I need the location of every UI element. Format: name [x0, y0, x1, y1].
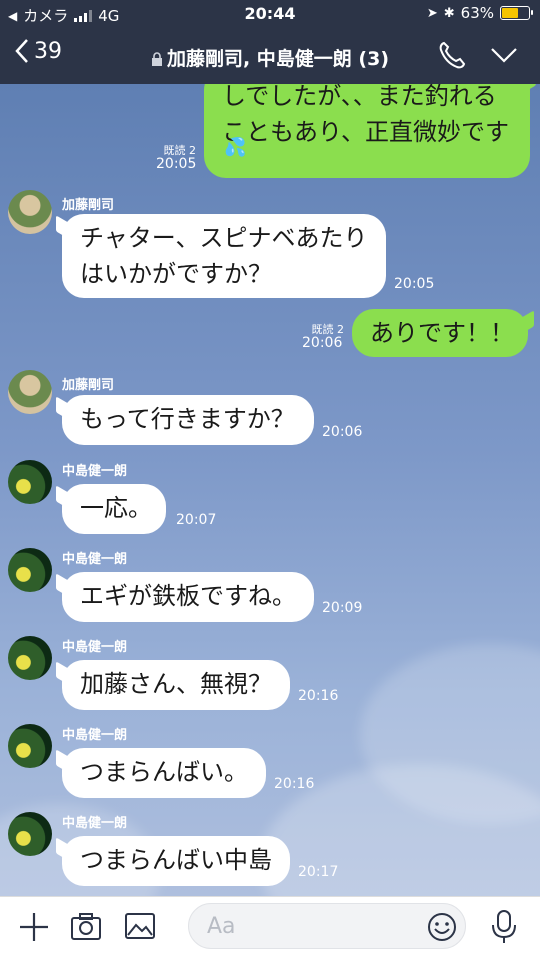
avatar[interactable]: [8, 460, 52, 504]
chevron-down-icon[interactable]: [490, 46, 518, 64]
message-input[interactable]: Aa: [188, 903, 466, 949]
message-text: チャター、スピナベあたり: [80, 224, 368, 252]
message-time: 20:09: [322, 600, 363, 616]
message-time: 20:17: [298, 864, 339, 880]
sender-name: 中島健一朗: [62, 464, 128, 479]
status-battery: 63%: [460, 4, 494, 22]
sender-name: 中島健一朗: [62, 552, 128, 567]
message-text: エギが鉄板ですね。: [80, 582, 296, 610]
sender-name: 加藤剛司: [62, 198, 115, 213]
message-bubble-outgoing[interactable]: しでしたが、、また釣れる こともあり、正直微妙です 💦: [204, 84, 530, 178]
phone-icon[interactable]: [438, 40, 466, 70]
sweat-drops-emoji: 💦: [224, 137, 247, 158]
message-text: しでしたが、、また釣れる: [222, 84, 497, 110]
battery-icon: [500, 6, 533, 20]
sender-name: 加藤剛司: [62, 378, 115, 393]
plus-icon[interactable]: [18, 911, 50, 943]
message-input-placeholder: Aa: [207, 913, 236, 939]
bluetooth-icon: ✱: [443, 5, 455, 21]
message-text: つまらんばい。: [80, 758, 248, 786]
message-composer: Aa: [0, 896, 540, 960]
message-text: 一応。: [80, 494, 152, 522]
message-bubble-incoming[interactable]: つまらんばい中島: [62, 836, 290, 886]
message-bubble-incoming[interactable]: もって行きますか？: [62, 395, 314, 445]
message-time: 20:16: [298, 688, 339, 704]
chat-title-text: 加藤剛司, 中島健一朗 (3): [166, 48, 390, 70]
message-time: 20:06: [322, 424, 363, 440]
battery-fill: [502, 8, 519, 18]
microphone-icon[interactable]: [490, 909, 518, 945]
message-time: 20:05: [394, 276, 435, 292]
location-icon: ➤: [426, 5, 438, 21]
message-text: 加藤さん、無視？: [80, 670, 272, 698]
message-bubble-incoming[interactable]: つまらんばい。: [62, 748, 266, 798]
avatar[interactable]: [8, 370, 52, 414]
chat-header: 39 加藤剛司, 中島健一朗 (3): [0, 32, 540, 80]
message-time: 20:06: [302, 335, 343, 351]
avatar[interactable]: [8, 812, 52, 856]
message-time: 20:07: [176, 512, 217, 528]
message-bubble-outgoing[interactable]: ありです！！: [352, 309, 528, 357]
sender-name: 中島健一朗: [62, 816, 128, 831]
message-text: つまらんばい中島: [80, 846, 272, 874]
status-right: ➤ ✱ 63%: [426, 4, 533, 22]
message-time: 20:16: [274, 776, 315, 792]
message-bubble-incoming[interactable]: 一応。: [62, 484, 166, 534]
lock-icon: [151, 52, 162, 66]
sender-name: 中島健一朗: [62, 640, 128, 655]
avatar[interactable]: [8, 636, 52, 680]
sender-name: 中島健一朗: [62, 728, 128, 743]
camera-icon[interactable]: [70, 911, 102, 941]
message-text: ありです！！: [370, 319, 514, 347]
avatar[interactable]: [8, 548, 52, 592]
top-bar: ◀ カメラ 4G 20:44 ➤ ✱ 63% 39 加藤剛司, 中島健一朗 (3…: [0, 0, 540, 84]
chat-area[interactable]: 既読 2 20:05 しでしたが、、また釣れる こともあり、正直微妙です 💦 加…: [0, 84, 540, 896]
message-bubble-incoming[interactable]: チャター、スピナベあたり はいかがですか？: [62, 214, 386, 298]
status-bar: ◀ カメラ 4G 20:44 ➤ ✱ 63%: [0, 0, 540, 28]
message-text: こともあり、正直微妙です: [222, 118, 510, 146]
message-bubble-incoming[interactable]: エギが鉄板ですね。: [62, 572, 314, 622]
message-text: もって行きますか？: [80, 405, 295, 433]
emoji-icon[interactable]: [427, 912, 457, 942]
avatar[interactable]: [8, 190, 52, 234]
message-text: はいかがですか？: [80, 260, 272, 288]
image-icon[interactable]: [124, 911, 156, 941]
message-bubble-incoming[interactable]: 加藤さん、無視？: [62, 660, 290, 710]
message-time: 20:05: [156, 156, 197, 172]
avatar[interactable]: [8, 724, 52, 768]
